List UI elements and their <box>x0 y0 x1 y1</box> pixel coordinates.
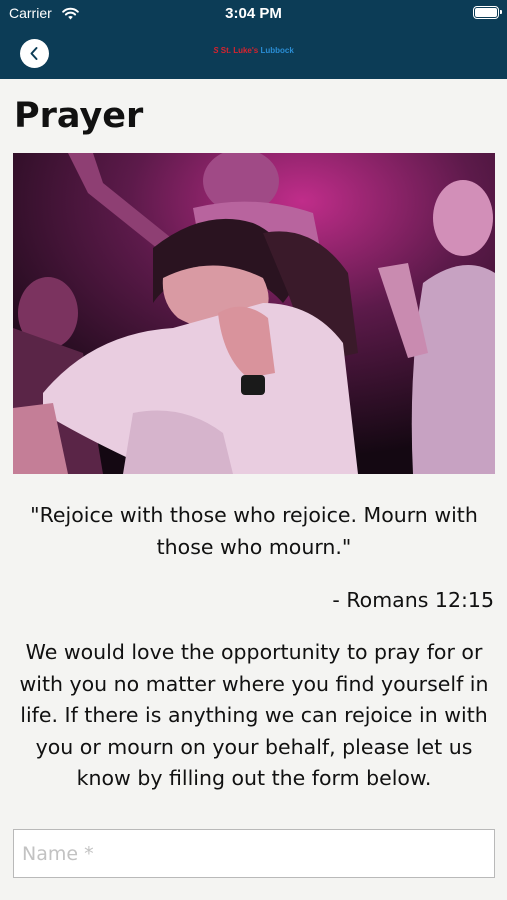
logo-name-part1: St. Luke's <box>220 46 259 55</box>
page-title: Prayer <box>14 96 144 136</box>
battery-icon <box>473 6 502 19</box>
intro-paragraph: We would love the opportunity to pray fo… <box>19 640 489 790</box>
logo-name-part2: Lubbock <box>260 46 294 55</box>
scripture-citation: - Romans 12:15 <box>332 588 494 612</box>
clock: 3:04 PM <box>225 5 282 22</box>
status-bar: Carrier 3:04 PM <box>0 0 507 27</box>
nav-bar: S St. Luke's Lubbock <box>0 27 507 79</box>
logo-mark: S <box>213 46 219 55</box>
church-logo: S St. Luke's Lubbock <box>0 46 507 55</box>
name-field[interactable] <box>13 829 495 878</box>
prayer-photo <box>13 153 495 474</box>
scripture-quote: "Rejoice with those who rejoice. Mourn w… <box>30 503 478 559</box>
